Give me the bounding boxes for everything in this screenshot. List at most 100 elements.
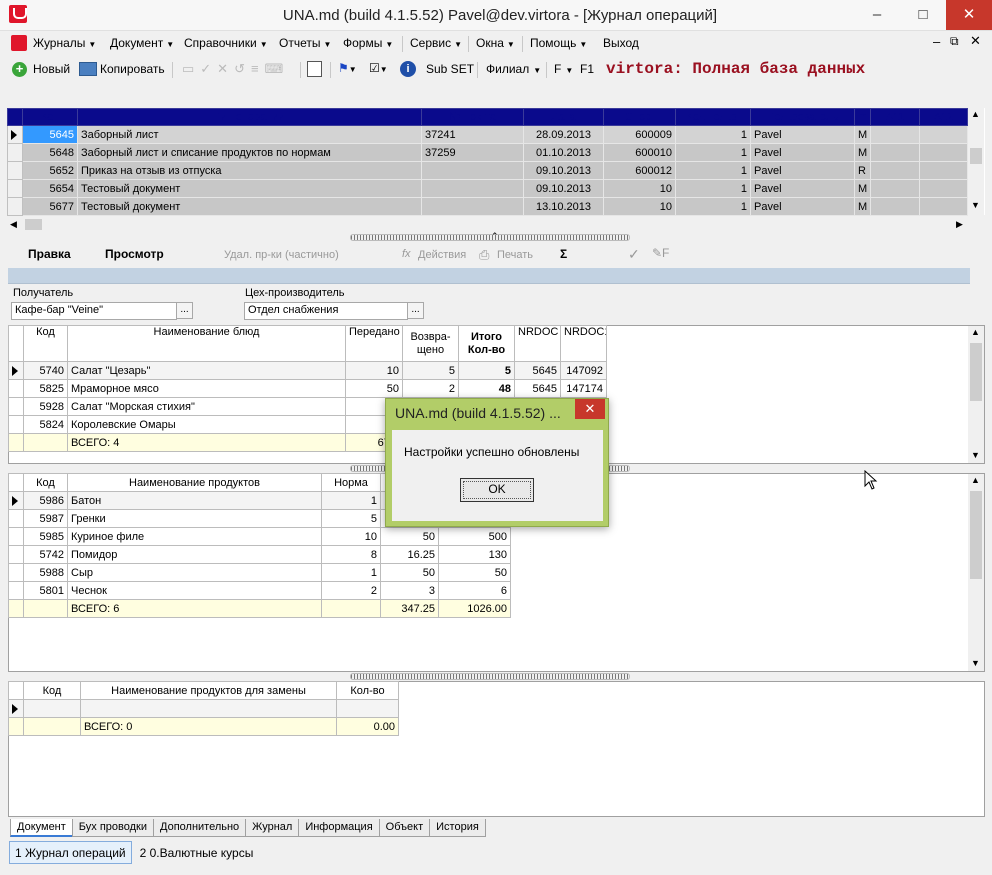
cell[interactable]: Салат "Морская стихия" [67,397,346,416]
edit-tab[interactable]: Правка [28,247,71,261]
app-logo-icon[interactable] [9,5,27,23]
f-dropdown[interactable]: F ▼ [554,62,573,76]
scroll-down-icon[interactable]: ▼ [971,200,980,210]
cell[interactable]: 1 [321,491,381,510]
column-header[interactable]: Кол-во [336,681,399,700]
f1-button[interactable]: F1 [580,62,594,76]
journal-row[interactable]: 5677 Тестовый документ 13.10.2013 10 1 P… [7,197,968,216]
scroll-down-icon[interactable]: ▼ [971,658,980,668]
recipient-lookup-button[interactable]: ... [176,302,193,319]
journal-row[interactable]: 5645 Заборный лист 37241 28.09.2013 6000… [7,125,968,144]
cell[interactable] [919,143,968,162]
menu-service[interactable]: Сервис ▼ [410,36,462,50]
column-header[interactable]: m [854,108,871,126]
cell[interactable]: Мраморное мясо [67,379,346,398]
delete-partial-button[interactable]: Удал. пр-ки (частично) [224,249,339,261]
cell[interactable]: 5824 [23,415,68,434]
splitter-handle[interactable] [350,673,630,680]
cell[interactable] [870,197,920,216]
replacements-row[interactable] [8,699,399,718]
menu-exit[interactable]: Выход [603,36,639,50]
cell[interactable]: Сыр [67,563,322,582]
splitter-arrow-icon[interactable]: ⌃ [491,231,499,242]
cell[interactable] [919,197,968,216]
column-header[interactable]: № док-та [421,108,524,126]
close-icon[interactable]: ✕ [946,0,992,30]
cell[interactable]: Салат "Цезарь" [67,361,346,380]
cell[interactable]: 48 [458,379,515,398]
filter-icon[interactable]: ✎F [652,246,669,260]
tab-document[interactable]: Документ [10,819,73,837]
cell[interactable]: 1 [675,143,751,162]
menu-document[interactable]: Документ ▼ [110,36,174,50]
column-header[interactable]: Код польз. [675,108,751,126]
cell[interactable] [421,161,524,180]
column-header[interactable]: Код [23,681,81,700]
copy-button[interactable]: Копировать [100,62,165,76]
cell[interactable]: 5742 [23,545,68,564]
column-header[interactable]: Норма [321,473,381,492]
cell[interactable]: 5988 [23,563,68,582]
cell[interactable] [421,197,524,216]
maximize-icon[interactable]: □ [900,0,946,30]
check-icon[interactable]: ✓ [628,246,640,263]
cell[interactable] [919,125,968,144]
column-header[interactable]: A12 [919,108,968,126]
view-tab[interactable]: Просмотр [105,247,164,261]
products-row[interactable]: 5801 Чеснок 2 3 6 [8,581,511,600]
column-header[interactable]: A11 [870,108,920,126]
subset-button[interactable]: Sub SET [426,62,474,76]
products-row[interactable]: 5988 Сыр 1 50 50 [8,563,511,582]
functions-button[interactable]: Действия [418,249,466,261]
workshop-lookup-button[interactable]: ... [407,302,424,319]
cell[interactable] [870,125,920,144]
tab-additional[interactable]: Дополнительно [153,819,247,837]
app-menu-icon[interactable] [11,35,27,51]
cell[interactable]: 5645 [514,361,561,380]
scroll-left-icon[interactable]: ◀ [10,219,17,230]
cell[interactable]: 5645 [22,125,78,144]
cell[interactable]: 5652 [22,161,78,180]
ok-button[interactable]: OK [460,478,534,502]
cell[interactable]: 600010 [603,143,676,162]
cell[interactable]: 01.10.2013 [523,143,604,162]
cell[interactable]: M [854,143,871,162]
cell[interactable]: M [854,125,871,144]
cell[interactable]: 37241 [421,125,524,144]
cell[interactable]: Pavel [750,161,855,180]
cell[interactable]: 10 [603,179,676,198]
scroll-up-icon[interactable]: ▲ [971,327,980,337]
cell[interactable]: 6 [438,581,511,600]
column-header[interactable]: Итого Кол-во [458,325,515,362]
cell[interactable]: 5985 [23,527,68,546]
cell[interactable]: Куриное филе [67,527,322,546]
cell[interactable]: 50 [438,563,511,582]
scroll-thumb[interactable] [970,343,982,401]
tab-journal[interactable]: Журнал [245,819,300,837]
cell[interactable]: Pavel [750,143,855,162]
journal-row[interactable]: 5652 Приказ на отзыв из отпуска 09.10.20… [7,161,968,180]
column-header[interactable]: Наименование блюд [67,325,346,362]
cell[interactable]: 5677 [22,197,78,216]
cell[interactable]: Батон [67,491,322,510]
cell[interactable]: 5648 [22,143,78,162]
journal-row[interactable]: 5648 Заборный лист и списание продуктов … [7,143,968,162]
cell[interactable] [23,699,81,718]
new-button[interactable]: Новый [33,62,70,76]
window-tab-currency[interactable]: 2 0.Валютные курсы [134,841,260,864]
cell[interactable]: 10 [321,527,381,546]
cell[interactable]: 09.10.2013 [523,179,604,198]
cell[interactable]: 5987 [23,509,68,528]
minimize-icon[interactable]: – [854,0,900,30]
column-header[interactable]: Возвра-щено [402,325,459,362]
cell[interactable]: 50 [380,563,439,582]
cell[interactable]: 10 [603,197,676,216]
tab-accounting[interactable]: Бух проводки [71,819,154,837]
flag-icon[interactable]: ⚑▼ [338,61,357,75]
column-header[interactable]: Код [23,325,68,362]
window-tab-journal[interactable]: 1 Журнал операций [9,841,132,864]
journal-horizontal-scrollbar[interactable]: ◀ ▶ [7,216,968,233]
checklist-icon[interactable]: ☑▼ [369,61,388,75]
cell[interactable]: Гренки [67,509,322,528]
cell[interactable]: Заборный лист и списание продуктов по но… [77,143,422,162]
